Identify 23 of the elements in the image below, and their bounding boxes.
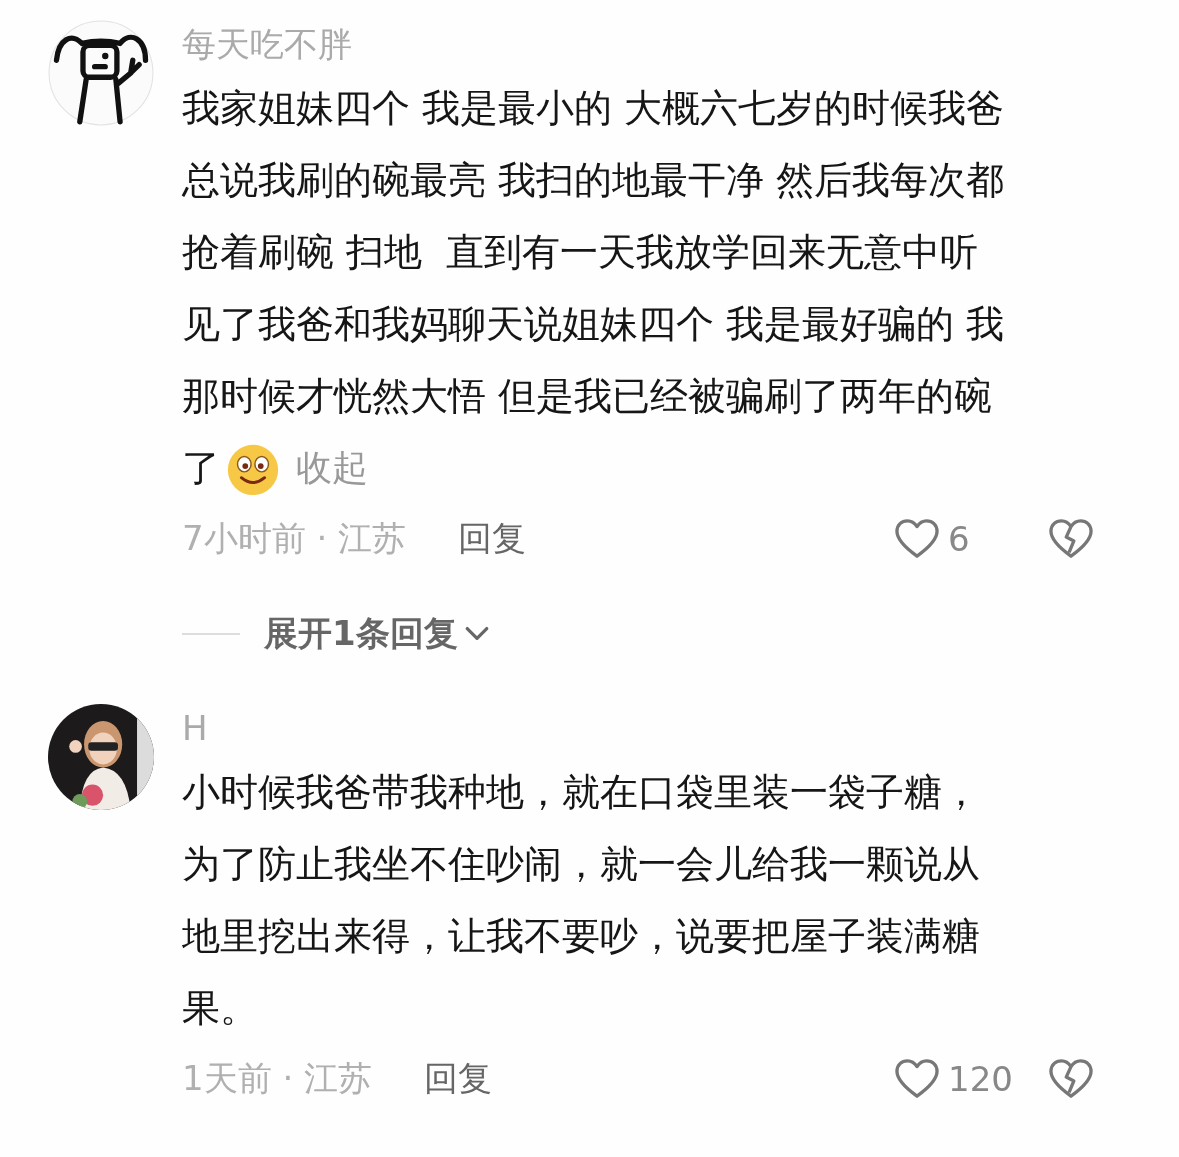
comment-text: 总说我刷的碗最亮 我扫的地最干净 然后我每次都	[182, 157, 1005, 204]
comment-text: 见了我爸和我妈聊天说姐妹四个 我是最好骗的 我	[182, 301, 1005, 348]
like-count: 120	[948, 1059, 1014, 1099]
broken-heart-icon[interactable]	[1048, 518, 1094, 560]
like-count: 6	[948, 519, 971, 559]
heart-icon[interactable]	[894, 1058, 940, 1100]
comment-time-location: 7小时前 · 江苏	[182, 517, 407, 560]
comment-text: 抢着刷碗 扫地 直到有一天我放学回来无意中听	[182, 229, 979, 276]
comment-text: 我家姐妹四个 我是最小的 大概六七岁的时候我爸	[182, 85, 1005, 132]
broken-heart-icon[interactable]	[1048, 1058, 1094, 1100]
comment-text: 了	[182, 445, 220, 492]
reply-link[interactable]: 回复	[424, 1056, 493, 1102]
reply-link[interactable]: 回复	[458, 516, 527, 562]
comment-text: 为了防止我坐不住吵闹，就一会儿给我一颗说从	[182, 841, 980, 888]
chevron-down-icon	[463, 625, 490, 643]
comment-text: 那时候才恍然大悟 但是我已经被骗刷了两年的碗	[182, 373, 993, 420]
avatar-drawing[interactable]	[48, 20, 154, 126]
expand-replies-button[interactable]: 展开1条回复	[264, 611, 490, 657]
heart-icon[interactable]	[894, 518, 940, 560]
comment-text: 地里挖出来得，让我不要吵，说要把屋子装满糖	[182, 913, 980, 960]
comment-text: 小时候我爸带我种地，就在口袋里装一袋子糖，	[182, 769, 980, 816]
comment-text: 果。	[182, 985, 258, 1032]
comment-time-location: 1天前 · 江苏	[182, 1057, 373, 1100]
